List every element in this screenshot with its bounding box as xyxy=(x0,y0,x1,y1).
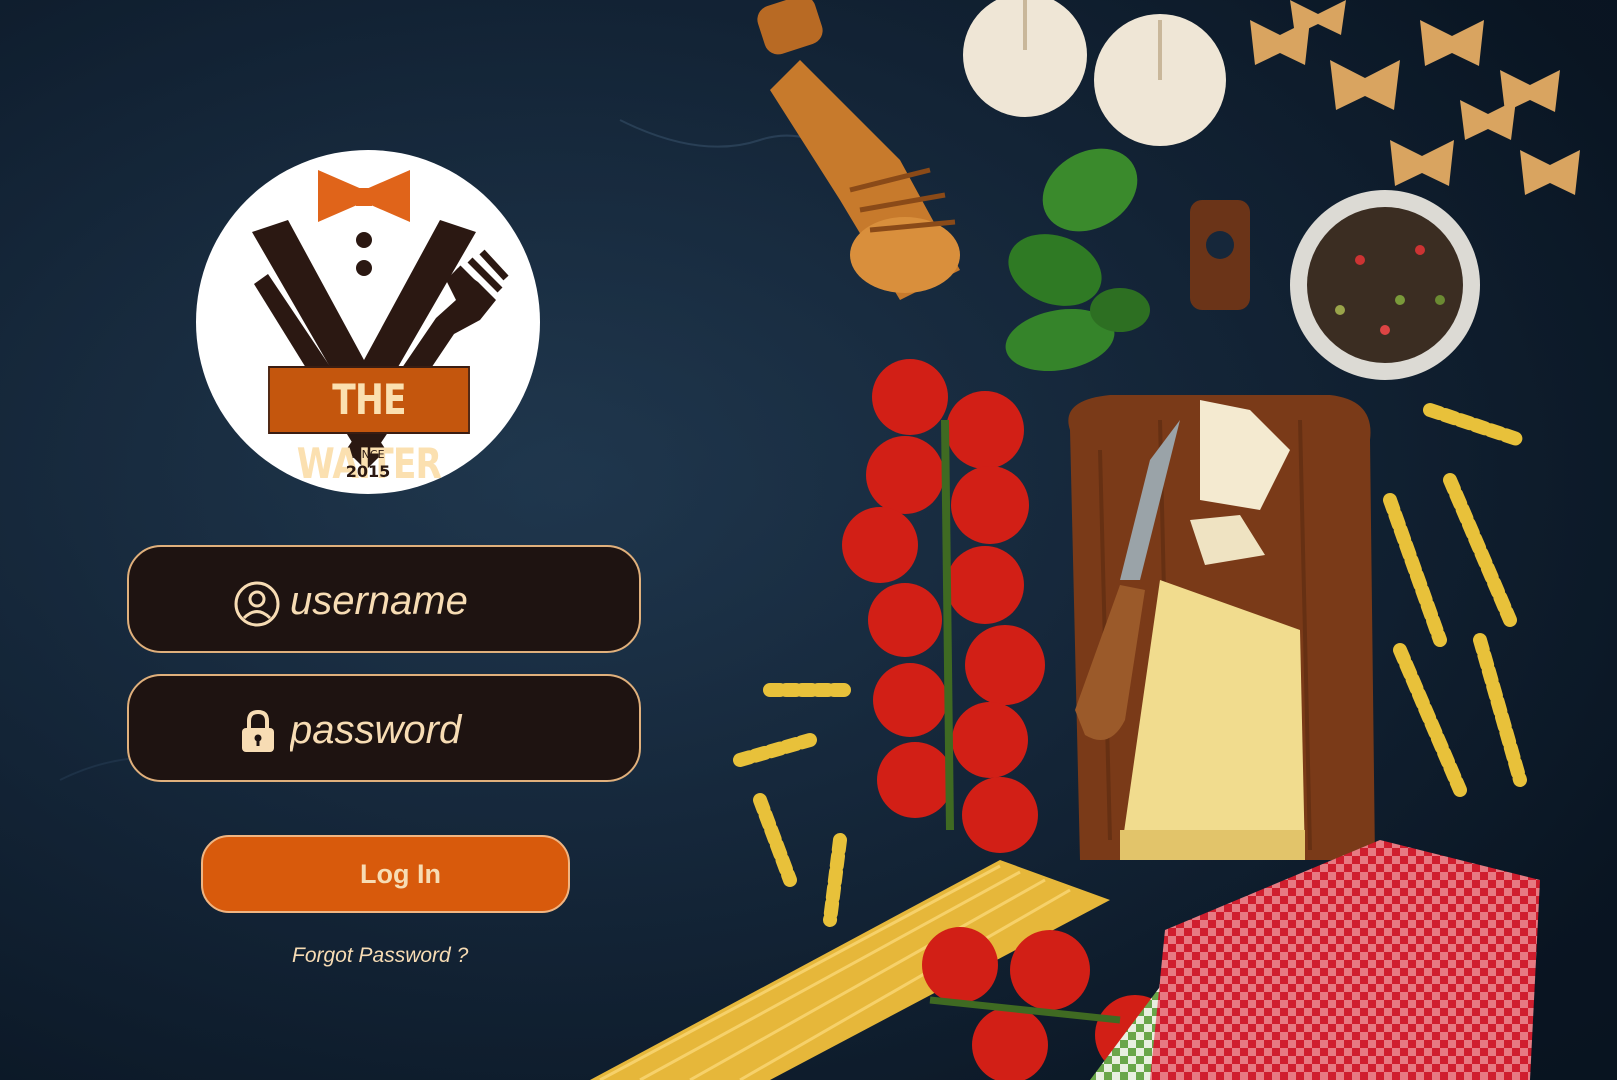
garlic-bulbs xyxy=(963,0,1226,146)
username-input[interactable] xyxy=(290,569,650,633)
forgot-password-link[interactable]: Forgot Password ? xyxy=(292,944,468,968)
pepper-grinder xyxy=(757,0,960,300)
farfalle-pasta xyxy=(1250,0,1580,195)
red-checkered-napkin xyxy=(1150,840,1540,1080)
lock-icon xyxy=(242,709,274,752)
password-input[interactable] xyxy=(290,698,650,762)
the-waiter-logo: THE WAITER SINCE 2015 xyxy=(196,150,540,494)
password-field[interactable] xyxy=(127,674,650,782)
peppercorn-bowl xyxy=(1290,190,1480,380)
username-field[interactable] xyxy=(127,545,650,653)
brand-since-year: 2015 xyxy=(345,462,391,481)
basil-leaves xyxy=(1005,148,1150,372)
brand-since-label: SINCE xyxy=(351,448,385,461)
brand-name: THE WAITER xyxy=(268,366,470,488)
tomato-vine xyxy=(941,419,954,831)
user-circle-icon xyxy=(234,581,280,627)
login-button[interactable]: Log In xyxy=(201,835,570,913)
